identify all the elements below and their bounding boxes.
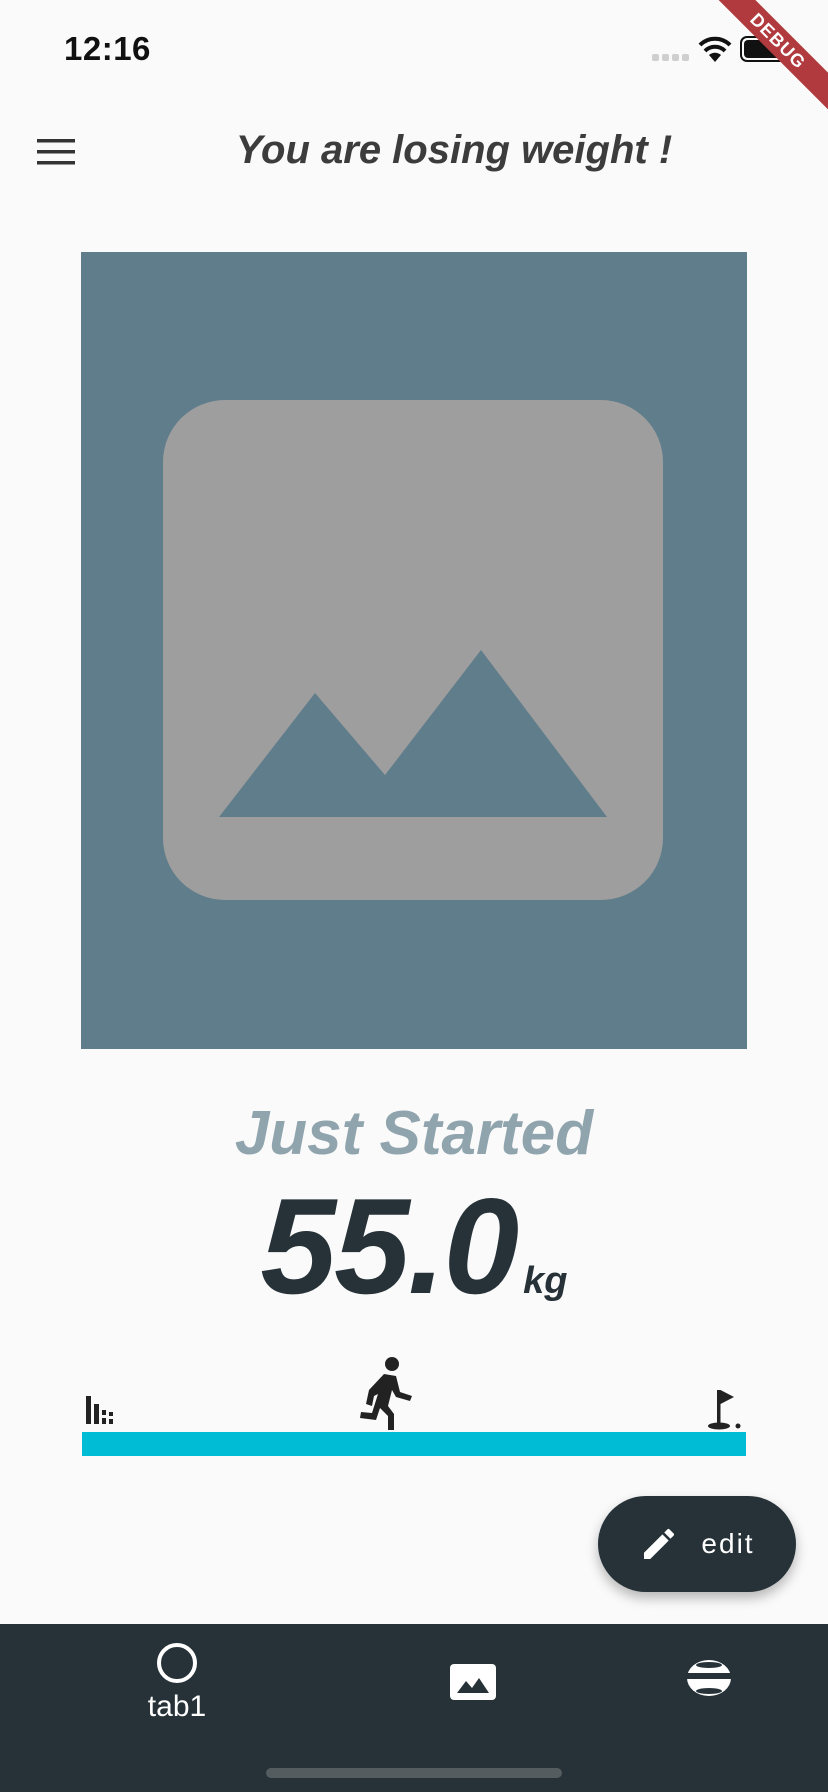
- tab-3[interactable]: [629, 1658, 789, 1698]
- status-bar: 12:16 DEBUG: [0, 0, 828, 121]
- status-time: 12:16: [64, 30, 151, 67]
- weight-value: 55.0: [260, 1170, 519, 1322]
- pencil-icon: [644, 1528, 675, 1559]
- image-icon: [450, 1664, 496, 1700]
- bottom-navigation: tab1: [0, 1624, 828, 1792]
- golf-flag-icon: [708, 1390, 741, 1430]
- progress-track-area: [82, 1350, 746, 1460]
- stadium-icon: [686, 1660, 732, 1696]
- menu-button[interactable]: [24, 122, 88, 182]
- tab-label: tab1: [147, 1690, 207, 1723]
- hero-image: [81, 252, 747, 1049]
- cellular-signal-icon: [652, 54, 689, 61]
- progress-bar: [82, 1432, 746, 1456]
- edit-button[interactable]: edit: [598, 1496, 796, 1592]
- circle-outline-icon: [157, 1643, 197, 1683]
- app-bar: You are losing weight !: [0, 100, 828, 204]
- image-placeholder-icon: [163, 400, 663, 900]
- weight-unit: kg: [523, 1260, 568, 1302]
- edit-button-label: edit: [701, 1528, 755, 1559]
- progress-status-label: Just Started: [234, 1099, 594, 1168]
- weight-display: 55.0 kg: [0, 1168, 828, 1324]
- tab-2[interactable]: [393, 1664, 553, 1700]
- wifi-icon: [698, 36, 732, 62]
- page-title: You are losing weight !: [235, 128, 673, 172]
- hamburger-menu-icon: [37, 139, 75, 165]
- home-indicator: [266, 1768, 562, 1778]
- tab-1[interactable]: tab1: [97, 1642, 257, 1724]
- runner-icon: [360, 1357, 412, 1430]
- bar-chart-icon: [86, 1396, 113, 1424]
